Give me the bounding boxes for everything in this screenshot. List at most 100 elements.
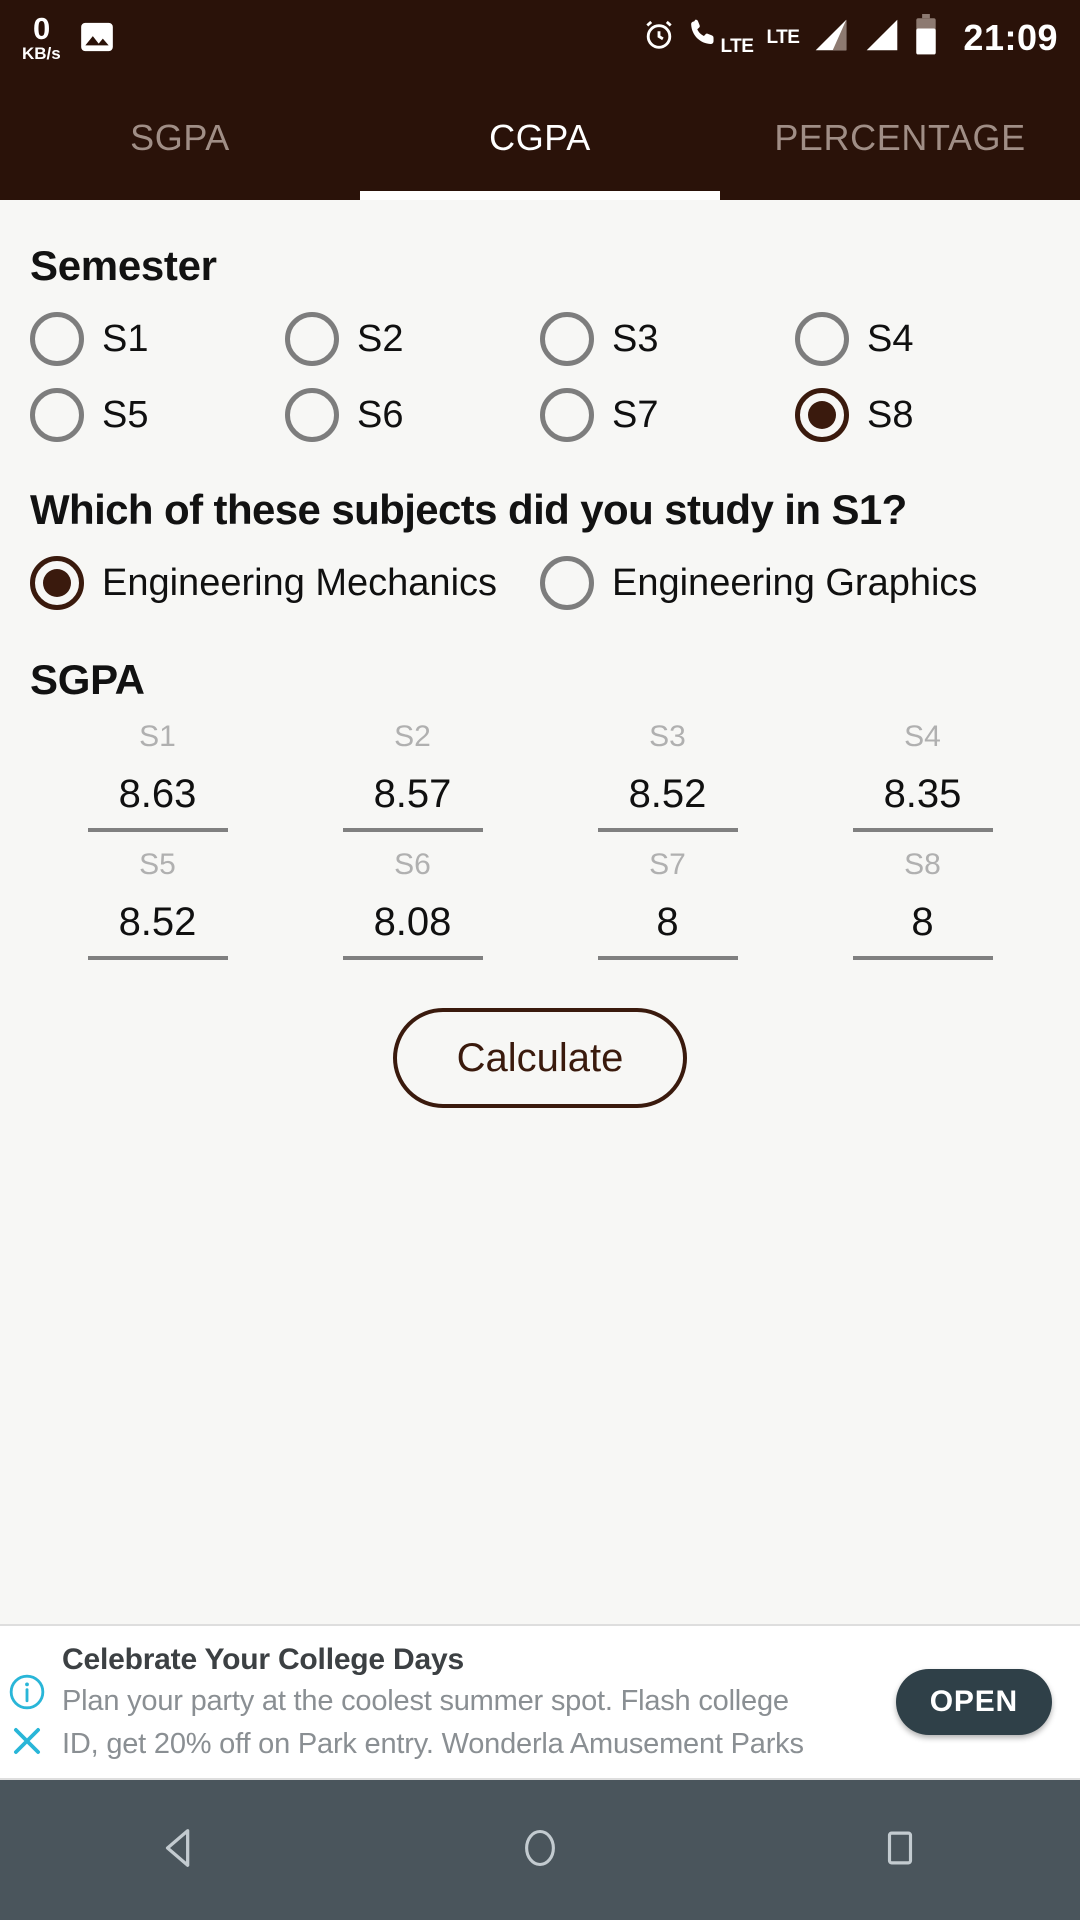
status-bar-clock: 21:09 bbox=[963, 16, 1058, 58]
tab-bar: SGPA CGPA PERCENTAGE bbox=[0, 75, 1080, 200]
semester-option-s2[interactable]: S2 bbox=[285, 312, 540, 366]
semester-label-s7: S7 bbox=[612, 393, 659, 436]
tab-percentage[interactable]: PERCENTAGE bbox=[720, 75, 1080, 200]
sgpa-input-s7[interactable]: 8 bbox=[650, 902, 684, 942]
radio-icon-s8[interactable] bbox=[795, 388, 849, 442]
sgpa-field-s7[interactable]: S7 8 bbox=[540, 832, 795, 960]
sgpa-field-label-s7: S7 bbox=[649, 848, 686, 881]
sgpa-input-s8[interactable]: 8 bbox=[905, 902, 939, 942]
tab-sgpa[interactable]: SGPA bbox=[0, 75, 360, 200]
ad-description-line-2: ID, get 20% off on Park entry. Wonderla … bbox=[62, 1727, 804, 1760]
sgpa-field-label-s5: S5 bbox=[139, 848, 176, 881]
semester-label-s8: S8 bbox=[867, 393, 914, 436]
status-bar-right: LTE LTE 21:09 bbox=[641, 14, 1058, 61]
radio-icon-s6[interactable] bbox=[285, 388, 339, 442]
sgpa-input-s2[interactable]: 8.57 bbox=[368, 774, 458, 814]
phone-screen: 0 KB/s LTE LTE 21:09 SGPA CGPA PERCENTAG… bbox=[0, 0, 1080, 1920]
sgpa-field-label-s4: S4 bbox=[904, 720, 941, 753]
signal-bars-icon-2 bbox=[863, 18, 901, 57]
sgpa-input-s4[interactable]: 8.35 bbox=[878, 774, 968, 814]
network-speed-unit: KB/s bbox=[22, 44, 61, 63]
sgpa-section-title: SGPA bbox=[30, 656, 145, 703]
ad-title: Celebrate Your College Days bbox=[62, 1642, 464, 1676]
nav-home-button[interactable] bbox=[470, 1780, 610, 1920]
ad-banner[interactable]: Celebrate Your College Days Plan your pa… bbox=[0, 1624, 1080, 1780]
semester-option-s7[interactable]: S7 bbox=[540, 388, 795, 442]
recents-square-icon bbox=[879, 1827, 921, 1874]
sgpa-input-s6[interactable]: 8.08 bbox=[368, 902, 458, 942]
sgpa-input-s1[interactable]: 8.63 bbox=[113, 774, 203, 814]
semester-option-s8[interactable]: S8 bbox=[795, 388, 1050, 442]
radio-icon-s5[interactable] bbox=[30, 388, 84, 442]
network-speed-value: 0 bbox=[32, 11, 50, 46]
sgpa-input-s3[interactable]: 8.52 bbox=[623, 774, 713, 814]
semester-radio-row-1: S1 S2 S3 S4 bbox=[30, 312, 1050, 366]
sgpa-field-label-s6: S6 bbox=[394, 848, 431, 881]
radio-icon-s3[interactable] bbox=[540, 312, 594, 366]
semester-label-s6: S6 bbox=[357, 393, 404, 436]
nav-back-button[interactable] bbox=[110, 1780, 250, 1920]
sgpa-underline-s5 bbox=[87, 956, 228, 960]
semester-label-s3: S3 bbox=[612, 317, 659, 360]
ad-icon-column bbox=[0, 1626, 54, 1778]
sgpa-underline-s8 bbox=[852, 956, 993, 960]
sgpa-input-s5[interactable]: 8.52 bbox=[113, 902, 203, 942]
radio-icon-s2[interactable] bbox=[285, 312, 339, 366]
sgpa-field-s8[interactable]: S8 8 bbox=[795, 832, 1050, 960]
semester-option-s4[interactable]: S4 bbox=[795, 312, 1050, 366]
network-speed-indicator: 0 KB/s bbox=[22, 13, 61, 62]
radio-icon-engineering-graphics[interactable] bbox=[540, 556, 594, 610]
sgpa-input-row-1: S1 8.63 S2 8.57 S3 8.52 S4 8.35 bbox=[30, 704, 1050, 832]
calculate-button[interactable]: Calculate bbox=[392, 1008, 688, 1108]
close-icon[interactable] bbox=[8, 1722, 46, 1765]
radio-icon-engineering-mechanics[interactable] bbox=[30, 556, 84, 610]
semester-option-s5[interactable]: S5 bbox=[30, 388, 285, 442]
subject-label-engineering-graphics: Engineering Graphics bbox=[612, 561, 978, 604]
ad-text-body: Celebrate Your College Days Plan your pa… bbox=[54, 1641, 896, 1764]
subject-radio-row: Engineering Mechanics Engineering Graphi… bbox=[30, 556, 1050, 610]
sgpa-underline-s6 bbox=[342, 956, 483, 960]
semester-option-s6[interactable]: S6 bbox=[285, 388, 540, 442]
image-icon bbox=[77, 17, 117, 62]
signal-bars-icon-1 bbox=[812, 18, 850, 57]
sgpa-field-s1[interactable]: S1 8.63 bbox=[30, 704, 285, 832]
tab-cgpa[interactable]: CGPA bbox=[360, 75, 720, 200]
sgpa-field-s3[interactable]: S3 8.52 bbox=[540, 704, 795, 832]
battery-icon bbox=[914, 14, 938, 61]
semester-label-s2: S2 bbox=[357, 317, 404, 360]
semester-label-s5: S5 bbox=[102, 393, 149, 436]
lte-label-2: LTE bbox=[766, 26, 800, 48]
sgpa-field-s6[interactable]: S6 8.08 bbox=[285, 832, 540, 960]
semester-radio-row-2: S5 S6 S7 S8 bbox=[30, 388, 1050, 442]
main-content: Semester S1 S2 S3 S4 S5 S6 S7 S8 Which o… bbox=[0, 200, 1080, 1624]
alarm-icon bbox=[641, 17, 677, 58]
nav-recents-button[interactable] bbox=[830, 1780, 970, 1920]
status-bar: 0 KB/s LTE LTE 21:09 bbox=[0, 0, 1080, 75]
subject-question-title: Which of these subjects did you study in… bbox=[30, 486, 907, 533]
calculate-button-wrapper: Calculate bbox=[30, 1008, 1050, 1108]
info-icon[interactable] bbox=[8, 1673, 46, 1716]
sgpa-field-label-s1: S1 bbox=[139, 720, 176, 753]
semester-option-s1[interactable]: S1 bbox=[30, 312, 285, 366]
semester-option-s3[interactable]: S3 bbox=[540, 312, 795, 366]
subject-option-engineering-graphics[interactable]: Engineering Graphics bbox=[540, 556, 1050, 610]
semester-label-s1: S1 bbox=[102, 317, 149, 360]
status-bar-left: 0 KB/s bbox=[22, 13, 117, 62]
back-triangle-icon bbox=[157, 1825, 203, 1876]
sgpa-field-s5[interactable]: S5 8.52 bbox=[30, 832, 285, 960]
subject-label-engineering-mechanics: Engineering Mechanics bbox=[102, 561, 498, 604]
radio-icon-s4[interactable] bbox=[795, 312, 849, 366]
semester-label-s4: S4 bbox=[867, 317, 914, 360]
radio-icon-s1[interactable] bbox=[30, 312, 84, 366]
semester-section-title: Semester bbox=[30, 242, 217, 289]
sgpa-field-s4[interactable]: S4 8.35 bbox=[795, 704, 1050, 832]
sgpa-field-label-s8: S8 bbox=[904, 848, 941, 881]
lte-label-1: LTE bbox=[720, 35, 754, 57]
sgpa-field-s2[interactable]: S2 8.57 bbox=[285, 704, 540, 832]
ad-open-button[interactable]: OPEN bbox=[895, 1669, 1052, 1735]
subject-option-engineering-mechanics[interactable]: Engineering Mechanics bbox=[30, 556, 540, 610]
sgpa-field-label-s3: S3 bbox=[649, 720, 686, 753]
radio-icon-s7[interactable] bbox=[540, 388, 594, 442]
call-lte-icon: LTE bbox=[690, 18, 754, 58]
sgpa-input-row-2: S5 8.52 S6 8.08 S7 8 S8 8 bbox=[30, 832, 1050, 960]
